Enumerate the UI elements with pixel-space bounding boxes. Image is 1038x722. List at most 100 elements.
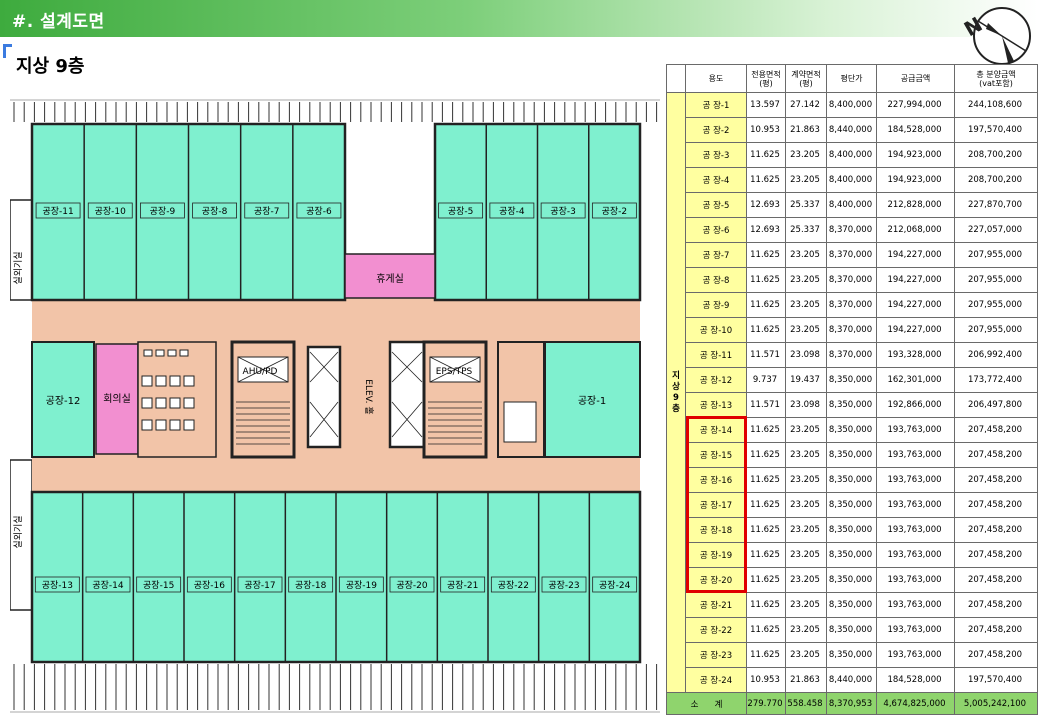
room-label: 공장-10	[95, 206, 127, 217]
cell-use: 공 장-15	[685, 442, 747, 468]
room-label: 공장-2	[602, 206, 628, 217]
cell-total-price: 208,700,200	[954, 142, 1038, 168]
cell-exclusive-area: 11.625	[746, 267, 786, 293]
cell-supply-amount: 193,763,000	[876, 592, 955, 618]
room-bottom: 공장-21	[440, 576, 486, 593]
section-marker	[3, 44, 12, 58]
cell-supply-amount: 194,227,000	[876, 267, 955, 293]
cell-price-per-pyeong: 8,350,000	[826, 492, 877, 518]
cell-price-per-pyeong: 8,400,000	[826, 167, 877, 193]
cell-price-per-pyeong: 8,350,000	[826, 617, 877, 643]
cell-supply-amount: 194,923,000	[876, 167, 955, 193]
cell-use: 공 장-18	[685, 517, 747, 543]
cell-price-per-pyeong: 8,370,000	[826, 317, 877, 343]
elevator-right	[388, 340, 426, 449]
cell-use: 공 장-20	[685, 567, 747, 593]
cell-price-per-pyeong: 8,440,000	[826, 117, 877, 143]
cell-price-per-pyeong: 8,350,000	[826, 592, 877, 618]
cell-contract-area: 21.863	[785, 667, 827, 693]
room-label: 공장-7	[254, 206, 280, 217]
room-label: 공장-17	[244, 580, 275, 591]
cell-use: 공 장-2	[685, 117, 747, 143]
cell-supply-amount: 227,994,000	[876, 92, 955, 118]
cell-supply-amount: 192,866,000	[876, 392, 955, 418]
cell-use: 공 장-9	[685, 292, 747, 318]
cell-contract-area: 23.205	[785, 592, 827, 618]
cell-total-price: 207,458,200	[954, 567, 1038, 593]
cell-contract-area: 25.337	[785, 192, 827, 218]
room-bottom: 공장-17	[237, 576, 283, 593]
cell-use: 공 장-16	[685, 467, 747, 493]
cell-use: 공 장-7	[685, 242, 747, 268]
cell-contract-area: 23.205	[785, 292, 827, 318]
cell-supply-amount: 212,828,000	[876, 192, 955, 218]
elev-hall-label: ELEV. 홀	[363, 379, 375, 414]
room-bottom: 공장-16	[186, 576, 232, 593]
cell-supply-amount: 193,763,000	[876, 417, 955, 443]
cell-supply-amount: 194,923,000	[876, 142, 955, 168]
room-bottom: 공장-20	[389, 576, 435, 593]
table-row: 공 장-2 10.953 21.863 8,440,000 184,528,000 197…	[667, 117, 1038, 143]
cell-use: 공 장-14	[685, 417, 747, 443]
cell-price-per-pyeong: 8,400,000	[826, 192, 877, 218]
cell-price-per-pyeong: 8,350,000	[826, 642, 877, 668]
cell-price-per-pyeong: 8,350,000	[826, 367, 877, 393]
header-exclusive-area: 전용면적 (평)	[746, 64, 786, 93]
cell-price-per-pyeong: 8,370,000	[826, 342, 877, 368]
cell-total-price: 207,955,000	[954, 242, 1038, 268]
cell-contract-area: 25.337	[785, 217, 827, 243]
room-12-label: 공장-12	[46, 395, 81, 407]
cell-use: 공 장-13	[685, 392, 747, 418]
cell-price-per-pyeong: 8,440,000	[826, 667, 877, 693]
sum-exclusive-area: 279.770	[746, 692, 786, 715]
cell-supply-amount: 184,528,000	[876, 667, 955, 693]
cell-exclusive-area: 12.693	[746, 192, 786, 218]
room-label: 공장-5	[448, 206, 474, 217]
cell-exclusive-area: 9.737	[746, 367, 786, 393]
table-row: 지 상 9 층공 장-1 13.597 27.142 8,400,000 227,994…	[666, 92, 1038, 693]
table-row: 공 장-19 11.625 23.205 8,350,000 193,763,000 20…	[667, 542, 1038, 568]
room-label: 공장-6	[306, 206, 332, 217]
cell-total-price: 227,870,700	[954, 192, 1038, 218]
sum-price-per-pyeong: 8,370,953	[826, 692, 877, 715]
cell-supply-amount: 193,763,000	[876, 542, 955, 568]
cell-use: 공 장-21	[685, 592, 747, 618]
cell-contract-area: 19.437	[785, 367, 827, 393]
room-top-left: 공장-8	[192, 202, 237, 219]
cell-supply-amount: 193,328,000	[876, 342, 955, 368]
cell-supply-amount: 193,763,000	[876, 517, 955, 543]
room-label: 공장-16	[194, 580, 226, 591]
cell-price-per-pyeong: 8,370,000	[826, 292, 877, 318]
cell-exclusive-area: 11.625	[746, 592, 786, 618]
cell-price-per-pyeong: 8,350,000	[826, 567, 877, 593]
cell-total-price: 207,458,200	[954, 592, 1038, 618]
unit-table: 용도 전용면적 (평) 계약면적 (평) 평단가 공급금액 총 분양금액 (va…	[666, 64, 1038, 719]
cell-total-price: 206,992,400	[954, 342, 1038, 368]
cell-contract-area: 23.098	[785, 392, 827, 418]
cell-price-per-pyeong: 8,350,000	[826, 517, 877, 543]
cell-supply-amount: 193,763,000	[876, 442, 955, 468]
cell-exclusive-area: 10.953	[746, 667, 786, 693]
room-label: 공장-19	[346, 580, 378, 591]
cell-supply-amount: 193,763,000	[876, 467, 955, 493]
table-header-row: 용도 전용면적 (평) 계약면적 (평) 평단가 공급금액 총 분양금액 (va…	[666, 64, 1038, 93]
room-label: 공장-21	[447, 580, 478, 591]
cell-price-per-pyeong: 8,370,000	[826, 242, 877, 268]
cell-exclusive-area: 10.953	[746, 117, 786, 143]
cell-exclusive-area: 11.625	[746, 617, 786, 643]
cell-total-price: 207,458,200	[954, 542, 1038, 568]
cell-price-per-pyeong: 8,350,000	[826, 467, 877, 493]
header-contract-area: 계약면적 (평)	[785, 64, 827, 93]
cell-price-per-pyeong: 8,350,000	[826, 442, 877, 468]
cell-contract-area: 23.205	[785, 267, 827, 293]
cell-price-per-pyeong: 8,370,000	[826, 267, 877, 293]
cell-total-price: 207,458,200	[954, 467, 1038, 493]
room-bottom: 공장-13	[34, 576, 80, 593]
cell-supply-amount: 193,763,000	[876, 617, 955, 643]
header-floor	[666, 64, 686, 93]
sum-row: 소 계 279.770 558.458 8,370,953 4,674,825,000 5…	[666, 692, 1038, 715]
cell-total-price: 206,497,800	[954, 392, 1038, 418]
table-row: 공 장-23 11.625 23.205 8,350,000 193,763,000 20…	[667, 642, 1038, 668]
cell-supply-amount: 194,227,000	[876, 242, 955, 268]
cell-price-per-pyeong: 8,350,000	[826, 392, 877, 418]
